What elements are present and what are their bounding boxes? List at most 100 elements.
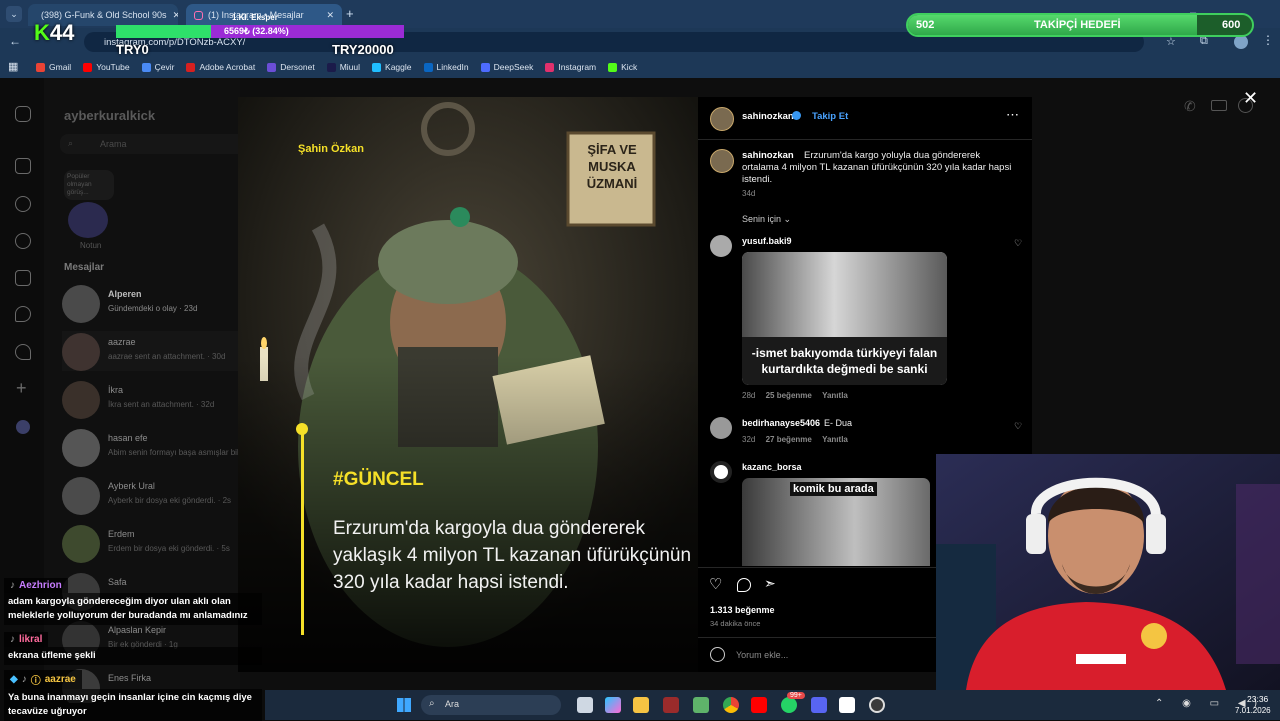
comment-meme-image[interactable]: -ismet bakıyomda türkiyeyi falan kurtard…: [742, 252, 947, 385]
discord-icon[interactable]: [811, 697, 827, 713]
chat-text: adam kargoyla göndereceğim diyor ulan ak…: [4, 593, 262, 625]
post-headline: Erzurum'da kargoyla dua göndererek yakla…: [333, 518, 692, 593]
likes-count[interactable]: 1.313 beğenme: [710, 605, 775, 615]
back-arrow-icon[interactable]: ←: [9, 34, 21, 48]
search-input[interactable]: ⌕ Arama: [60, 134, 260, 154]
bookmark-linkedin[interactable]: LinkedIn: [423, 62, 469, 72]
bookmark-kaggle[interactable]: Kaggle: [372, 62, 412, 72]
bookmark-dersonet[interactable]: Dersonet: [267, 62, 315, 72]
video-call-icon[interactable]: [1211, 100, 1227, 111]
bookmark-acrobat[interactable]: Adobe Acrobat: [186, 62, 255, 72]
webcam-feed: [936, 454, 1280, 690]
avatar: [62, 285, 100, 323]
tab-search-icon[interactable]: ⌄: [6, 6, 22, 22]
author-avatar[interactable]: [710, 107, 734, 131]
clock-date[interactable]: 7.01.2026: [1235, 706, 1271, 715]
instagram-logo-icon[interactable]: [15, 106, 31, 122]
bookmark-instagram[interactable]: Instagram: [545, 62, 596, 72]
comment-meme-image[interactable]: komik bu arada: [742, 478, 930, 566]
windows-start-icon[interactable]: [397, 698, 411, 712]
comment-bubble-icon[interactable]: [737, 578, 751, 592]
phone-call-icon[interactable]: ✆: [1184, 98, 1196, 115]
bookmark-translate[interactable]: Çevir: [141, 62, 174, 72]
close-modal-icon[interactable]: ✕: [1243, 88, 1258, 109]
bookmark-kick[interactable]: Kick: [608, 62, 637, 72]
instagram-icon: [194, 10, 203, 20]
donation-progress-text: 6569₺ (32.84%): [224, 26, 289, 36]
apps-grid-icon[interactable]: ▦: [8, 60, 18, 73]
webcam-image: [936, 454, 1280, 690]
task-view-icon[interactable]: [577, 697, 593, 713]
info-badge-icon: ⓘ: [30, 676, 41, 687]
diamond-badge-icon: ◆: [10, 674, 18, 685]
taskbar-search[interactable]: ⌕ Ara: [421, 695, 561, 715]
author-avatar[interactable]: [710, 149, 734, 173]
clock-time[interactable]: 23:36: [1247, 694, 1268, 704]
bookmark-gmail[interactable]: Gmail: [36, 62, 71, 72]
note-bubble[interactable]: Popüler olmayan görüş...: [64, 170, 114, 200]
commenter-avatar[interactable]: [710, 235, 732, 257]
share-send-icon[interactable]: ➣: [764, 575, 776, 592]
like-heart-icon[interactable]: ♡: [1014, 238, 1022, 249]
home-icon[interactable]: [15, 158, 31, 174]
comment-username[interactable]: yusuf.baki9: [742, 236, 792, 246]
conversation-item[interactable]: aazrae aazrae sent an attachment. · 30d: [62, 331, 240, 371]
youtube-icon[interactable]: [751, 697, 767, 713]
gmail-icon: [36, 62, 45, 72]
close-icon[interactable]: ✕: [167, 10, 178, 21]
comment-username[interactable]: kazanc_borsa: [742, 462, 802, 472]
copilot-icon[interactable]: [605, 697, 621, 713]
author-username[interactable]: sahinozkan: [742, 111, 794, 122]
messages-icon[interactable]: [15, 306, 31, 322]
close-icon[interactable]: ✕: [320, 10, 334, 21]
chat-message: ♪ Aezhrion adam kargoyla göndereceğim diy…: [4, 578, 262, 625]
reels-icon[interactable]: [15, 270, 31, 286]
add-comment-input[interactable]: Yorum ekle...: [736, 650, 788, 660]
kick-icon: [608, 62, 618, 72]
follow-button[interactable]: Takip Et: [812, 111, 848, 122]
capcut-icon[interactable]: [839, 697, 855, 713]
notifications-heart-icon[interactable]: [15, 344, 31, 360]
file-explorer-icon[interactable]: [633, 697, 649, 713]
bookmark-miuul[interactable]: Miuul: [326, 62, 360, 72]
note-avatar[interactable]: [68, 202, 108, 238]
avatar: [62, 381, 100, 419]
emoji-icon[interactable]: [710, 647, 725, 662]
conversation-item[interactable]: Ayberk Ural Ayberk bir dosya eki gönderdi…: [62, 475, 240, 515]
verified-badge-icon: [792, 111, 801, 120]
comment-username[interactable]: bedirhanayse5406: [742, 418, 820, 428]
donation-left-amount: TRY0: [116, 42, 149, 57]
post-time: 34 dakika önce: [710, 619, 761, 628]
app-icon[interactable]: [693, 697, 709, 713]
whatsapp-icon[interactable]: [781, 697, 797, 713]
menu-dots-icon[interactable]: ⋮: [1262, 33, 1274, 47]
create-plus-icon[interactable]: +: [16, 378, 27, 399]
account-username[interactable]: ayberkuralkick: [64, 108, 155, 123]
profile-avatar[interactable]: [1234, 35, 1248, 49]
store-icon[interactable]: [663, 697, 679, 713]
conversation-item[interactable]: İkra İkra sent an attachment. · 32d: [62, 379, 240, 419]
like-heart-icon[interactable]: ♡: [1014, 421, 1022, 432]
kick-k-icon: K: [34, 20, 50, 45]
chrome-icon[interactable]: [723, 697, 739, 713]
profile-avatar[interactable]: [16, 420, 30, 434]
commenter-avatar[interactable]: [710, 461, 732, 483]
chat-username: ♪ Aezhrion: [4, 578, 68, 593]
explore-icon[interactable]: [15, 233, 31, 249]
conversation-item[interactable]: hasan efe Abim senin formayı başa asmışla…: [62, 427, 240, 467]
post-image: Şahin Özkan ŞİFA VE MUSKA ÜZMANİ #GÜNCEL…: [238, 97, 698, 672]
commenter-avatar[interactable]: [710, 417, 732, 439]
like-heart-icon[interactable]: ♡: [709, 575, 722, 593]
bookmark-deepseek[interactable]: DeepSeek: [480, 62, 533, 72]
new-tab-button[interactable]: +: [346, 6, 354, 21]
search-icon[interactable]: [15, 196, 31, 212]
obs-icon[interactable]: [869, 697, 885, 713]
chat-text: ekrana üfleme şekli: [4, 647, 262, 665]
chat-overlay: ♪ Aezhrion adam kargoyla göndereceğim diy…: [0, 578, 265, 721]
conversation-item[interactable]: Erdem Erdem bir dosya eki gönderdi. · 5s: [62, 523, 240, 563]
conversation-item[interactable]: Alperen Gündemdeki o olay · 23d: [62, 283, 240, 323]
tab-label: (398) G-Funk & Old School 90s: [41, 10, 167, 20]
more-options-icon[interactable]: ⋯: [1006, 107, 1019, 123]
bookmark-youtube[interactable]: YouTube: [83, 62, 130, 72]
sort-dropdown[interactable]: Senin için ⌄: [742, 214, 791, 225]
